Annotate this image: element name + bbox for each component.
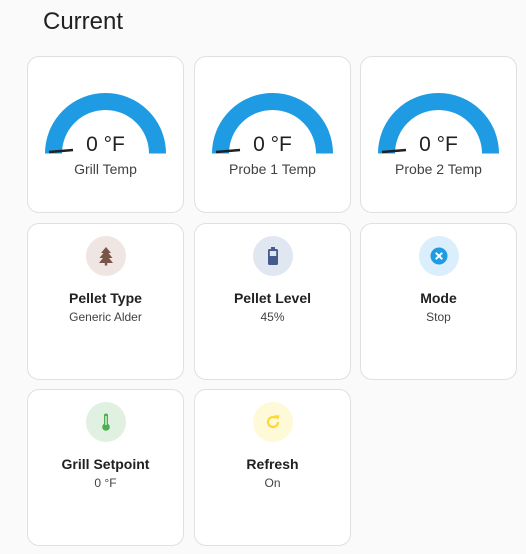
battery-icon[interactable] [253, 236, 293, 276]
close-circle-icon[interactable] [419, 236, 459, 276]
gauge-card-grill-temp[interactable]: 0 °F Grill Temp [27, 56, 184, 213]
gauge-card-probe-1-temp[interactable]: 0 °F Probe 1 Temp [194, 56, 351, 213]
gauge-value: 0 °F [86, 133, 125, 156]
tile-state: 45% [260, 310, 285, 324]
thermometer-icon[interactable] [86, 402, 126, 442]
tile-state: On [264, 476, 281, 490]
tile-name: Pellet Type [69, 290, 142, 306]
tile-state: Stop [426, 310, 451, 324]
gauge-card-probe-2-temp[interactable]: 0 °F Probe 2 Temp [360, 56, 517, 213]
tile-name: Refresh [246, 456, 299, 472]
section-title: Current [43, 8, 124, 35]
tile-mode[interactable]: Mode Stop [360, 223, 517, 380]
tile-name: Mode [420, 290, 457, 306]
refresh-icon[interactable] [253, 402, 293, 442]
tile-pellet-level[interactable]: Pellet Level 45% [194, 223, 351, 380]
tile-grill-setpoint[interactable]: Grill Setpoint 0 °F [27, 389, 184, 546]
gauge-label: Probe 1 Temp [229, 161, 316, 177]
tile-state: 0 °F [94, 476, 117, 490]
tile-name: Pellet Level [233, 290, 312, 306]
gauge-value: 0 °F [419, 133, 458, 156]
gauge-label: Probe 2 Temp [395, 161, 482, 177]
tile-state: Generic Alder [69, 310, 142, 324]
gauge-value: 0 °F [253, 133, 292, 156]
tile-name: Grill Setpoint [61, 456, 150, 472]
tile-pellet-type[interactable]: Pellet Type Generic Alder [27, 223, 184, 380]
gauge-label: Grill Temp [74, 161, 137, 177]
pine-tree-icon[interactable] [86, 236, 126, 276]
tile-refresh[interactable]: Refresh On [194, 389, 351, 546]
